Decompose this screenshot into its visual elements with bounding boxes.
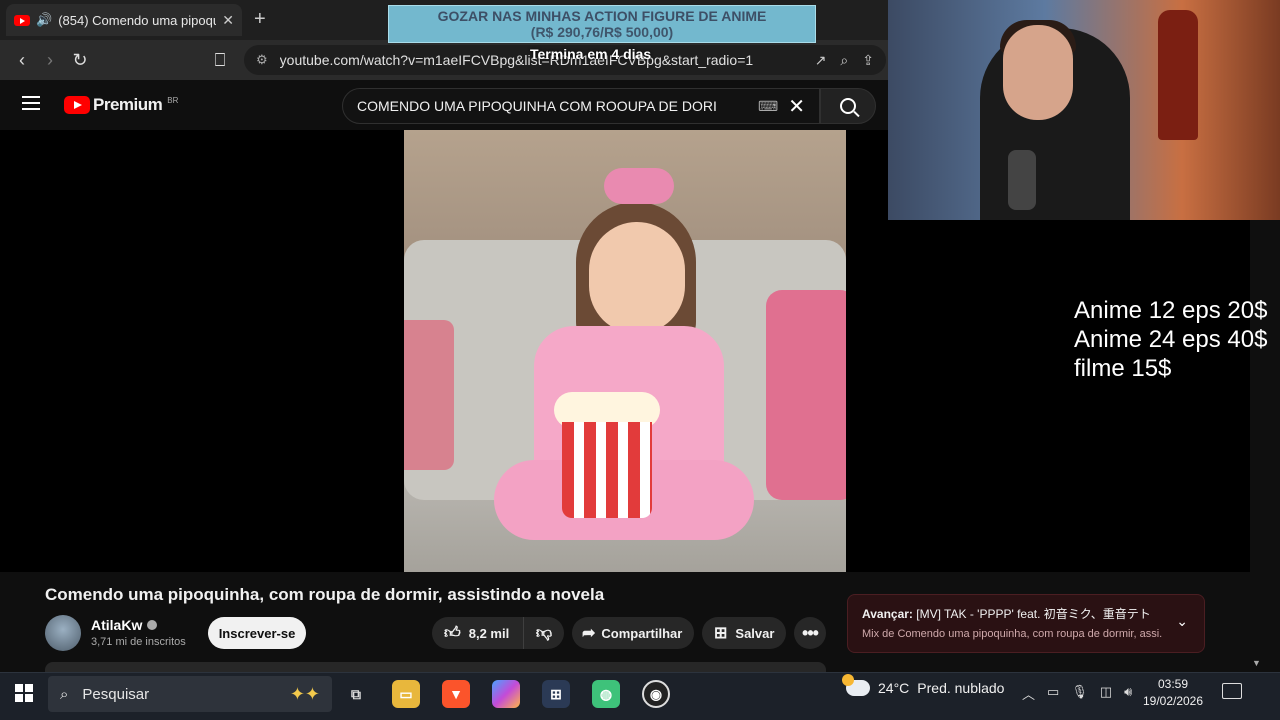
channel-name-row[interactable]: AtilaKw: [91, 617, 158, 633]
weather-condition: Pred. nublado: [917, 680, 1005, 696]
up-next-card[interactable]: Avançar: [MV] TAK - 'PPPP' feat. 初音ミク、重音…: [847, 594, 1205, 653]
dislike-button[interactable]: 👎︎: [524, 617, 564, 649]
up-next-mix: Mix de Comendo uma pipoquinha, com roupa…: [862, 628, 1162, 640]
goal-banner: GOZAR NAS MINHAS ACTION FIGURE DE ANIME …: [388, 5, 816, 43]
microsoft-store-icon[interactable]: ⊞: [542, 680, 570, 708]
more-actions-button[interactable]: •••: [794, 617, 826, 649]
up-next-line: Avançar: [MV] TAK - 'PPPP' feat. 初音ミク、重音…: [862, 605, 1190, 622]
share-button[interactable]: ➦ Compartilhar: [572, 617, 694, 649]
search-icon: [840, 98, 856, 114]
logo-country: BR: [167, 95, 179, 105]
goal-progress: (R$ 290,76/R$ 500,00): [530, 24, 674, 40]
system-clock[interactable]: 03:59 19/02/2026: [1142, 676, 1204, 710]
close-tab-icon[interactable]: ✕: [222, 12, 234, 29]
webcam-feed: [888, 0, 1280, 220]
site-settings-icon[interactable]: ⚙: [256, 52, 268, 68]
new-tab-button[interactable]: +: [254, 8, 266, 31]
forward-button[interactable]: ›: [38, 48, 62, 72]
notification-icon[interactable]: [1222, 683, 1242, 699]
task-view-icon[interactable]: ⧉: [342, 680, 370, 708]
temperature: 24°C: [878, 680, 910, 696]
scroll-down-arrow-icon[interactable]: ▼: [1252, 658, 1261, 668]
browser-tab[interactable]: 🔊 (854) Comendo uma pipoquinha ✕: [6, 4, 242, 36]
search-input[interactable]: COMENDO UMA PIPOQUINHA COM ROOUPA DE DOR…: [342, 88, 820, 124]
save-playlist-icon: ⊞: [714, 625, 728, 642]
partly-cloudy-icon: [842, 674, 870, 696]
zoom-icon[interactable]: ⌕: [840, 52, 848, 69]
like-button[interactable]: 👍︎ 8,2 mil: [432, 617, 524, 649]
price-line-3: filme 15$: [1074, 355, 1172, 382]
channel-avatar[interactable]: [45, 615, 81, 651]
video-frame[interactable]: [404, 130, 846, 572]
youtube-premium-logo[interactable]: Premium BR: [64, 95, 178, 115]
thumbs-down-icon: 👎︎: [535, 624, 553, 642]
microphone-icon[interactable]: 🎙︎: [1071, 684, 1088, 703]
copilot-icon[interactable]: [492, 680, 520, 708]
chevron-up-icon[interactable]: ︿: [1022, 684, 1035, 703]
up-next-prefix: Avançar:: [862, 607, 913, 621]
logo-word: Premium: [93, 95, 163, 114]
verified-icon: [147, 620, 158, 630]
clear-search-icon[interactable]: ✕: [788, 94, 805, 119]
price-line-2: Anime 24 eps 40$: [1074, 326, 1268, 353]
system-tray: ︿ ▭ 🎙︎ ◫ 🔊︎: [1022, 684, 1132, 703]
up-next-title: [MV] TAK - 'PPPP' feat. 初音ミク、重音テト: [916, 607, 1151, 621]
clock-date: 19/02/2026: [1142, 694, 1204, 708]
open-external-icon[interactable]: ↗: [815, 52, 827, 69]
obs-studio-icon[interactable]: ◉: [642, 680, 670, 708]
copilot-sparkle-icon: ✦✦: [289, 683, 320, 704]
youtube-play-icon: [64, 96, 90, 114]
channel-name[interactable]: AtilaKw: [91, 617, 142, 633]
search-button[interactable]: [820, 88, 876, 124]
windows-start-icon[interactable]: [15, 684, 33, 702]
search-query: COMENDO UMA PIPOQUINHA COM ROOUPA DE DOR…: [357, 98, 717, 114]
subscriber-count: 3,71 mi de inscritos: [91, 636, 186, 648]
price-list: Anime 12 eps 20$ Anime 24 eps 40$ filme 15…: [1074, 296, 1267, 383]
speaker-icon[interactable]: 🔊: [36, 12, 52, 28]
camera-icon[interactable]: ◫: [1100, 684, 1112, 703]
share-icon: ➦: [582, 625, 596, 642]
clock-time: 03:59: [1157, 677, 1189, 691]
keyboard-icon[interactable]: ⌨: [758, 98, 778, 115]
goal-countdown: Termina em 4 dias: [530, 46, 652, 62]
price-line-1: Anime 12 eps 20$: [1074, 297, 1268, 324]
app-icon[interactable]: ◍: [592, 680, 620, 708]
like-dislike-group: 👍︎ 8,2 mil 👎︎: [432, 617, 564, 649]
brave-browser-icon[interactable]: ▼: [442, 680, 470, 708]
volume-icon[interactable]: 🔊︎: [1124, 684, 1132, 703]
bookmark-icon[interactable]: ⎕: [208, 48, 232, 72]
back-button[interactable]: ‹: [10, 48, 34, 72]
tab-title: (854) Comendo uma pipoquinha: [58, 12, 216, 28]
description-box[interactable]: [45, 662, 826, 672]
video-title: Comendo uma pipoquinha, com roupa de dor…: [45, 585, 605, 604]
network-icon[interactable]: ▭: [1047, 684, 1059, 703]
like-count: 8,2 mil: [468, 625, 510, 641]
youtube-favicon-icon: [14, 14, 30, 26]
search-icon: ⌕: [60, 685, 69, 703]
menu-icon[interactable]: [22, 96, 40, 110]
share-label: Compartilhar: [601, 625, 683, 641]
save-button[interactable]: ⊞ Salvar: [702, 617, 786, 649]
share-page-icon[interactable]: ⇪: [862, 52, 874, 69]
goal-title: GOZAR NAS MINHAS ACTION FIGURE DE ANIME: [437, 8, 767, 24]
file-explorer-icon[interactable]: ▭: [392, 680, 420, 708]
taskbar-search[interactable]: ⌕ Pesquisar ✦✦: [48, 676, 332, 712]
weather-widget[interactable]: 24°C Pred. nublado: [842, 674, 1005, 696]
chevron-down-icon[interactable]: ⌄: [1176, 613, 1188, 630]
reload-button[interactable]: ↻: [68, 48, 92, 72]
taskbar-search-placeholder: Pesquisar: [82, 685, 150, 703]
subscribe-button[interactable]: Inscrever-se: [208, 617, 306, 649]
save-label: Salvar: [735, 625, 775, 641]
thumbs-up-icon: 👍︎: [444, 624, 461, 642]
